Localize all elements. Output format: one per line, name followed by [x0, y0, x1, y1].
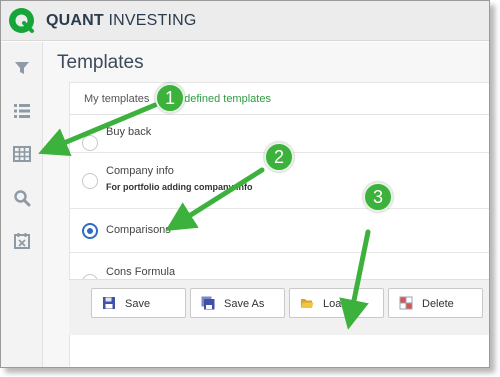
floppy-disk-multiple-icon [201, 296, 215, 310]
page-title: Templates [57, 52, 144, 73]
top-bar: QUANT INVESTING [1, 1, 489, 41]
delete-grid-icon [399, 296, 413, 310]
brand-name[interactable]: QUANT INVESTING [46, 12, 197, 30]
brand-bold: QUANT [46, 12, 104, 29]
save-as-button[interactable]: Save As [190, 288, 285, 318]
template-tabs: My templates edefined templates [70, 83, 489, 115]
load-button[interactable]: Load [289, 288, 384, 318]
callout-badge-3: 3 [363, 182, 393, 212]
delete-button[interactable]: Delete [388, 288, 483, 318]
list-icon[interactable] [11, 100, 33, 122]
open-folder-icon [301, 299, 314, 308]
template-title: Comparisons [106, 224, 171, 236]
template-row-comparisons[interactable]: Comparisons [70, 209, 489, 253]
brand-light: INVESTING [103, 12, 197, 29]
save-label: Save [125, 298, 151, 310]
save-as-label: Save As [224, 298, 265, 310]
callout-badge-1: 1 [155, 83, 185, 113]
floppy-disk-icon [103, 297, 115, 309]
tab-predefined-templates[interactable]: edefined templates [178, 93, 271, 105]
calendar-icon[interactable] [11, 230, 33, 252]
action-toolbar: Save Save As Load Delete [69, 279, 489, 335]
template-title: Cons Formula [106, 266, 176, 278]
search-icon[interactable] [11, 187, 33, 209]
template-title: Company info [106, 165, 174, 177]
app-window: QUANT INVESTING Templates My templates e… [0, 0, 490, 368]
template-subtitle: For portfolio adding company info [106, 182, 253, 192]
delete-label: Delete [422, 298, 454, 310]
radio-button-checked[interactable] [82, 223, 98, 239]
sidebar [1, 42, 43, 367]
logo-icon [9, 8, 34, 33]
filter-icon[interactable] [11, 57, 33, 79]
load-label: Load [323, 298, 348, 310]
save-button[interactable]: Save [91, 288, 186, 318]
template-title: Buy back [106, 126, 152, 138]
tab-my-templates[interactable]: My templates [84, 93, 149, 105]
radio-button[interactable] [82, 173, 98, 189]
radio-button[interactable] [82, 135, 98, 151]
grid-table-icon[interactable] [11, 143, 33, 165]
callout-badge-2: 2 [264, 142, 294, 172]
